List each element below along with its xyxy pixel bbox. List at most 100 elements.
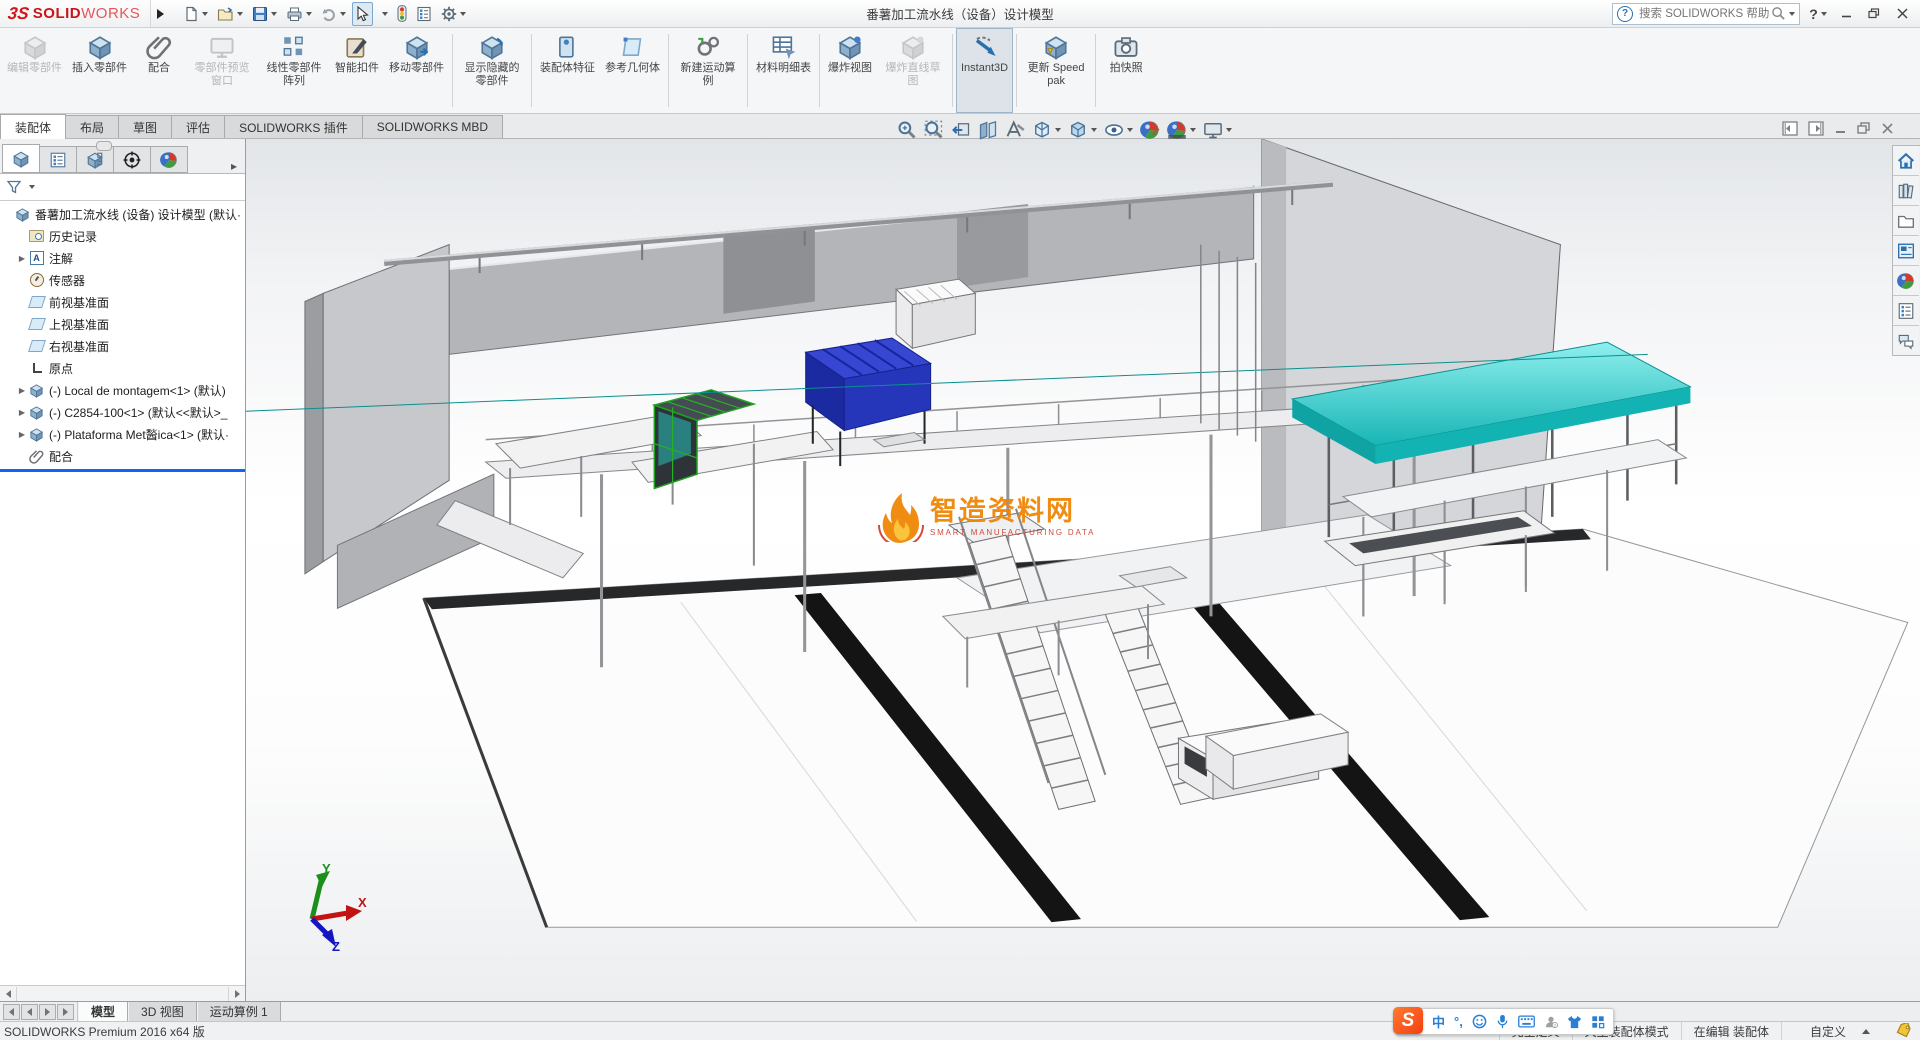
tree-item-assembly-root[interactable]: 番薯加工流水线 (设备) 设计模型 (默认· (0, 203, 245, 225)
ime-skin-button[interactable] (1567, 1015, 1582, 1029)
tab-3d-views[interactable]: 3D 视图 (128, 1002, 197, 1021)
ime-account-button[interactable]: 7 (1544, 1015, 1558, 1029)
next-tab-button[interactable] (39, 1004, 56, 1020)
tab-assembly[interactable]: 装配体 (0, 114, 66, 139)
view-annotations-button[interactable] (1004, 119, 1026, 141)
display-manager-tab[interactable] (150, 146, 188, 173)
ime-voice-button[interactable] (1496, 1014, 1509, 1029)
tree-item-mates[interactable]: 配合 (0, 445, 245, 467)
appearances-button[interactable] (1893, 266, 1919, 296)
scroll-right-button[interactable] (228, 987, 245, 1001)
view-palette-button[interactable] (1893, 236, 1919, 266)
dropdown-caret-icon[interactable] (460, 12, 466, 16)
ribbon-linear-pattern-button[interactable]: 线性零部件阵列 (258, 28, 330, 113)
zoom-fit-button[interactable] (896, 119, 918, 141)
design-library-button[interactable] (1893, 176, 1919, 206)
tree-item-top-plane[interactable]: 上视基准面 (0, 313, 245, 335)
menu-flyout-icon[interactable] (157, 9, 164, 19)
ribbon-update-speedpak-button[interactable]: 更新 Speedpak (1020, 28, 1092, 113)
close-button[interactable] (1892, 6, 1912, 22)
status-tag-button[interactable] (1888, 1023, 1920, 1040)
previous-view-button[interactable] (950, 119, 972, 141)
property-manager-tab[interactable] (39, 146, 77, 173)
ribbon-move-component-button[interactable]: 移动零部件 (384, 28, 449, 113)
dimxpert-manager-tab[interactable] (113, 146, 151, 173)
scroll-left-button[interactable] (0, 987, 17, 1001)
ribbon-reference-geometry-button[interactable]: 参考几何体 (600, 28, 665, 113)
ribbon-assembly-features-button[interactable]: 装配体特征 (535, 28, 600, 113)
search-scope-caret-icon[interactable] (1789, 12, 1795, 16)
expand-arrow-icon[interactable]: ▶ (16, 386, 28, 395)
ribbon-bill-of-materials-button[interactable]: 材料明细表 (751, 28, 816, 113)
ribbon-show-hidden-components-button[interactable]: 显示隐藏的零部件 (456, 28, 528, 113)
ribbon-insert-component-button[interactable]: 插入零部件 (67, 28, 132, 113)
dropdown-caret-icon[interactable] (237, 12, 243, 16)
ribbon-mate-button[interactable]: 配合 (132, 28, 186, 113)
ime-language-mode[interactable]: 中 (1432, 1012, 1445, 1031)
help-button[interactable]: ? (1808, 6, 1828, 22)
expand-arrow-icon[interactable]: ▶ (16, 254, 28, 263)
dropdown-caret-icon[interactable] (306, 12, 312, 16)
rebuild-button[interactable] (394, 2, 410, 26)
dropdown-caret-icon[interactable] (340, 12, 346, 16)
status-customize-button[interactable]: 自定义 (1781, 1022, 1888, 1040)
tree-horizontal-scrollbar[interactable] (0, 985, 245, 1001)
first-tab-button[interactable] (3, 1004, 20, 1020)
ribbon-exploded-view-button[interactable]: 爆炸视图 (823, 28, 877, 113)
ribbon-instant3d-button[interactable]: Instant3D (956, 28, 1013, 113)
forum-button[interactable] (1893, 326, 1919, 355)
tab-motion-study-1[interactable]: 运动算例 1 (197, 1002, 281, 1021)
apply-scene-button[interactable] (1166, 119, 1197, 141)
dropdown-caret-icon[interactable] (1226, 128, 1232, 132)
tab-solidworks-addins[interactable]: SOLIDWORKS 插件 (224, 115, 363, 138)
ribbon-smart-fasteners-button[interactable]: 智能扣件 (330, 28, 384, 113)
ime-toolbox-button[interactable] (1591, 1015, 1605, 1029)
dropdown-caret-icon[interactable] (202, 12, 208, 16)
undo-button[interactable] (318, 2, 349, 26)
expand-arrow-icon[interactable]: ▶ (16, 408, 28, 417)
view-settings-button[interactable] (1202, 119, 1233, 141)
ribbon-new-motion-study-button[interactable]: 新建运动算例 (672, 28, 744, 113)
sogou-logo-icon[interactable]: S (1393, 1007, 1423, 1034)
tree-item-component-local-de-montagem[interactable]: ▶(-) Local de montagem<1> (默认) (0, 379, 245, 401)
custom-properties-button[interactable] (1893, 296, 1919, 326)
display-style-button[interactable] (1067, 119, 1098, 141)
hide-show-items-button[interactable] (1103, 119, 1134, 141)
feature-manager-splitter[interactable] (0, 469, 245, 472)
tab-solidworks-mbd[interactable]: SOLIDWORKS MBD (362, 115, 503, 138)
dropdown-caret-icon[interactable] (1055, 128, 1061, 132)
search-icon[interactable] (1771, 6, 1786, 21)
filter-caret-icon[interactable] (29, 185, 35, 189)
print-button[interactable] (283, 2, 315, 26)
new-document-button[interactable] (180, 2, 211, 26)
doc-close-icon[interactable] (1881, 122, 1894, 135)
featuremanager-design-tree-tab[interactable] (2, 144, 40, 173)
dropdown-caret-icon[interactable] (1127, 128, 1133, 132)
options-button[interactable] (438, 2, 469, 26)
tree-item-history[interactable]: 历史记录 (0, 225, 245, 247)
panel-collapse-handle[interactable] (96, 141, 112, 151)
zoom-area-button[interactable] (923, 119, 945, 141)
tree-item-sensors[interactable]: 传感器 (0, 269, 245, 291)
previous-tab-button[interactable] (21, 1004, 38, 1020)
save-button[interactable] (249, 2, 280, 26)
ime-punctuation-toggle[interactable]: °, (1454, 1014, 1463, 1029)
restore-button[interactable] (1864, 6, 1884, 22)
dropdown-caret-icon[interactable] (1091, 128, 1097, 132)
tab-sketch[interactable]: 草图 (118, 115, 172, 138)
expand-arrow-icon[interactable]: ▶ (16, 430, 28, 439)
tree-item-component-plataforma-metalica[interactable]: ▶(-) Plataforma Met醔ica<1> (默认· (0, 423, 245, 445)
minimize-button[interactable] (1836, 6, 1856, 22)
last-tab-button[interactable] (57, 1004, 74, 1020)
help-search-box[interactable]: ? (1612, 3, 1800, 25)
collapse-right-pane-icon[interactable] (1808, 121, 1824, 136)
file-explorer-button[interactable] (1893, 206, 1919, 236)
select-button[interactable] (352, 2, 373, 26)
ime-keyboard-button[interactable] (1518, 1015, 1535, 1028)
ribbon-take-snapshot-button[interactable]: 拍快照 (1099, 28, 1153, 113)
tree-item-annotations[interactable]: ▶A注解 (0, 247, 245, 269)
tree-item-component-c2854-100[interactable]: ▶(-) C2854-100<1> (默认<<默认>_ (0, 401, 245, 423)
doc-minimize-icon[interactable] (1834, 122, 1847, 135)
edit-appearance-button[interactable] (1139, 119, 1161, 141)
tree-item-front-plane[interactable]: 前视基准面 (0, 291, 245, 313)
